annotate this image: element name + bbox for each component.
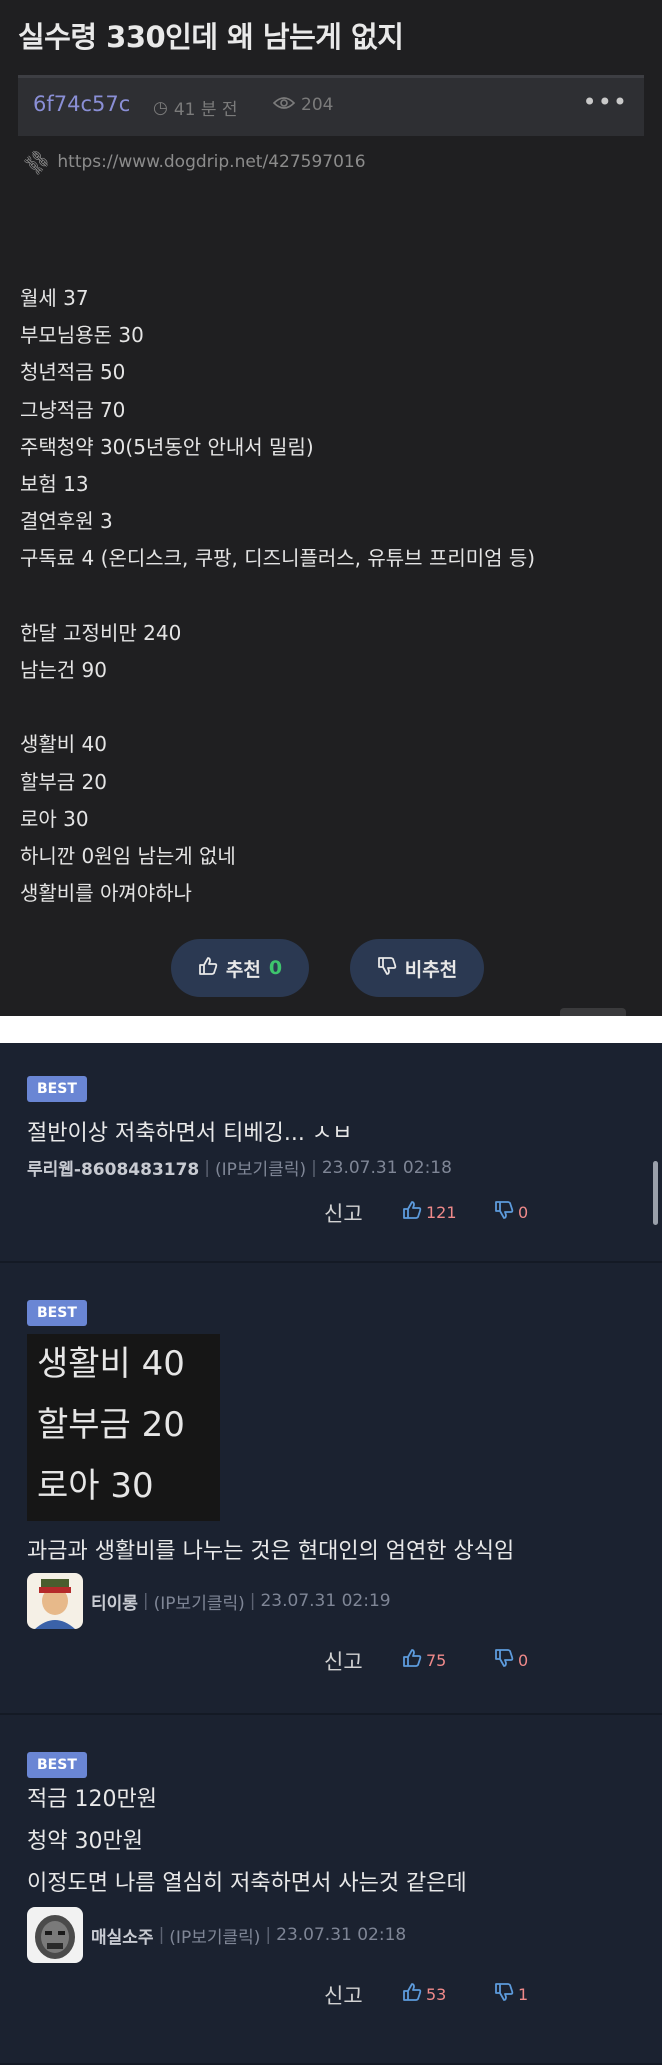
scroll-top-tab[interactable] <box>560 1008 626 1016</box>
like-button[interactable]: 121 <box>402 1200 457 1225</box>
more-options-button[interactable]: ••• <box>583 88 628 116</box>
thumbs-down-icon <box>494 1648 514 1673</box>
link-icon: ⛓ <box>19 144 55 180</box>
upvote-count: 0 <box>268 957 283 979</box>
thumbs-up-icon <box>402 1200 422 1225</box>
thumbs-up-icon <box>198 956 218 981</box>
thumbs-up-icon <box>402 1982 422 2007</box>
post-views-count: 204 <box>301 95 334 115</box>
post-link[interactable]: ⛓ https://www.dogdrip.net/427597016 <box>19 145 365 180</box>
comment-meta: 티이롱 | (IP보기클릭) | 23.07.31 02:19 <box>27 1573 391 1629</box>
comment-actions: 신고 121 0 <box>262 1198 662 1228</box>
comment-date: 23.07.31 02:18 <box>276 1925 407 1945</box>
comment-item: BEST 생활비 40 할부금 20 로아 30 과금과 생활비를 나누는 것은… <box>0 1263 662 1715</box>
comment-actions: 신고 53 1 <box>262 1980 662 2010</box>
comment-author[interactable]: 루리웹-8608483178 <box>27 1155 199 1180</box>
comment-meta: 루리웹-8608483178 | (IP보기클릭) | 23.07.31 02:… <box>27 1155 452 1181</box>
ip-view-link[interactable]: (IP보기클릭) <box>215 1155 306 1180</box>
scrollbar[interactable] <box>653 1161 658 1225</box>
post-body: 월세 37 부모님용돈 30 청년적금 50 그냥적금 70 주택청약 30(5… <box>20 286 536 906</box>
clock-icon: ◷ <box>153 97 168 118</box>
dislike-button[interactable]: 0 <box>494 1200 528 1225</box>
dislike-button[interactable]: 0 <box>494 1648 528 1673</box>
post-meta-bar: 6f74c57c ◷ 41 분 전 204 ••• <box>18 75 644 136</box>
post-title: 실수령 330인데 왜 남는게 없지 <box>18 20 404 54</box>
upvote-label: 추천 <box>225 958 261 981</box>
report-button[interactable]: 신고 <box>324 1198 363 1228</box>
comment-image: 생활비 40 할부금 20 로아 30 <box>27 1334 220 1521</box>
comment-author[interactable]: 티이롱 <box>91 1589 138 1614</box>
thumbs-down-icon <box>494 1982 514 2007</box>
dislike-button[interactable]: 1 <box>494 1982 528 2007</box>
ip-view-link[interactable]: (IP보기클릭) <box>169 1923 260 1948</box>
upvote-button[interactable]: 추천 0 <box>171 939 309 997</box>
comment-text: 적금 120만원 청약 30만원 이정도면 나름 열심히 저축하면서 사는것 같… <box>27 1787 467 1896</box>
dislike-count: 0 <box>518 1651 529 1670</box>
avatar <box>27 1907 83 1963</box>
like-count: 75 <box>426 1651 447 1670</box>
comment-text: 과금과 생활비를 나누는 것은 현대인의 엄연한 상식임 <box>27 1539 515 1564</box>
dislike-count: 1 <box>518 1985 529 2004</box>
best-badge: BEST <box>27 1300 87 1326</box>
comment-date: 23.07.31 02:18 <box>321 1157 452 1178</box>
post-panel: 실수령 330인데 왜 남는게 없지 6f74c57c ◷ 41 분 전 204… <box>0 0 662 1016</box>
like-button[interactable]: 75 <box>402 1648 446 1673</box>
report-button[interactable]: 신고 <box>324 1646 363 1676</box>
avatar <box>27 1573 83 1629</box>
like-count: 121 <box>426 1203 457 1222</box>
comment-item: BEST 적금 120만원 청약 30만원 이정도면 나름 열심히 저축하면서 … <box>0 1715 662 2065</box>
best-badge: BEST <box>27 1076 87 1102</box>
thumbs-down-icon <box>494 1200 514 1225</box>
like-count: 53 <box>426 1985 447 2004</box>
best-badge: BEST <box>27 1752 87 1778</box>
comments-panel: BEST 절반이상 저축하면서 티베깅... ㅅㅂ 루리웹-8608483178… <box>0 1043 662 2065</box>
author-name[interactable]: 6f74c57c <box>33 92 130 116</box>
comment-date: 23.07.31 02:19 <box>260 1591 391 1611</box>
like-button[interactable]: 53 <box>402 1982 446 2007</box>
downvote-label: 비추천 <box>404 958 458 981</box>
dislike-count: 0 <box>518 1203 529 1222</box>
comment-author[interactable]: 매실소주 <box>91 1923 154 1948</box>
comment-actions: 신고 75 0 <box>262 1646 662 1676</box>
post-views: 204 <box>272 95 334 115</box>
post-time: ◷ 41 분 전 <box>153 95 238 121</box>
thumbs-down-icon <box>377 956 397 981</box>
comment-meta: 매실소주 | (IP보기클릭) | 23.07.31 02:18 <box>27 1907 406 1963</box>
thumbs-up-icon <box>402 1648 422 1673</box>
ip-view-link[interactable]: (IP보기클릭) <box>154 1589 245 1614</box>
post-time-text: 41 분 전 <box>173 100 238 120</box>
post-url[interactable]: https://www.dogdrip.net/427597016 <box>57 152 365 172</box>
eye-icon <box>272 95 296 115</box>
comment-image-text: 생활비 40 할부금 20 로아 30 <box>37 1344 185 1506</box>
comment-item: BEST 절반이상 저축하면서 티베깅... ㅅㅂ 루리웹-8608483178… <box>0 1043 662 1263</box>
comment-text: 절반이상 저축하면서 티베깅... ㅅㅂ <box>27 1121 353 1146</box>
report-button[interactable]: 신고 <box>324 1980 363 2010</box>
downvote-button[interactable]: 비추천 <box>350 939 484 997</box>
